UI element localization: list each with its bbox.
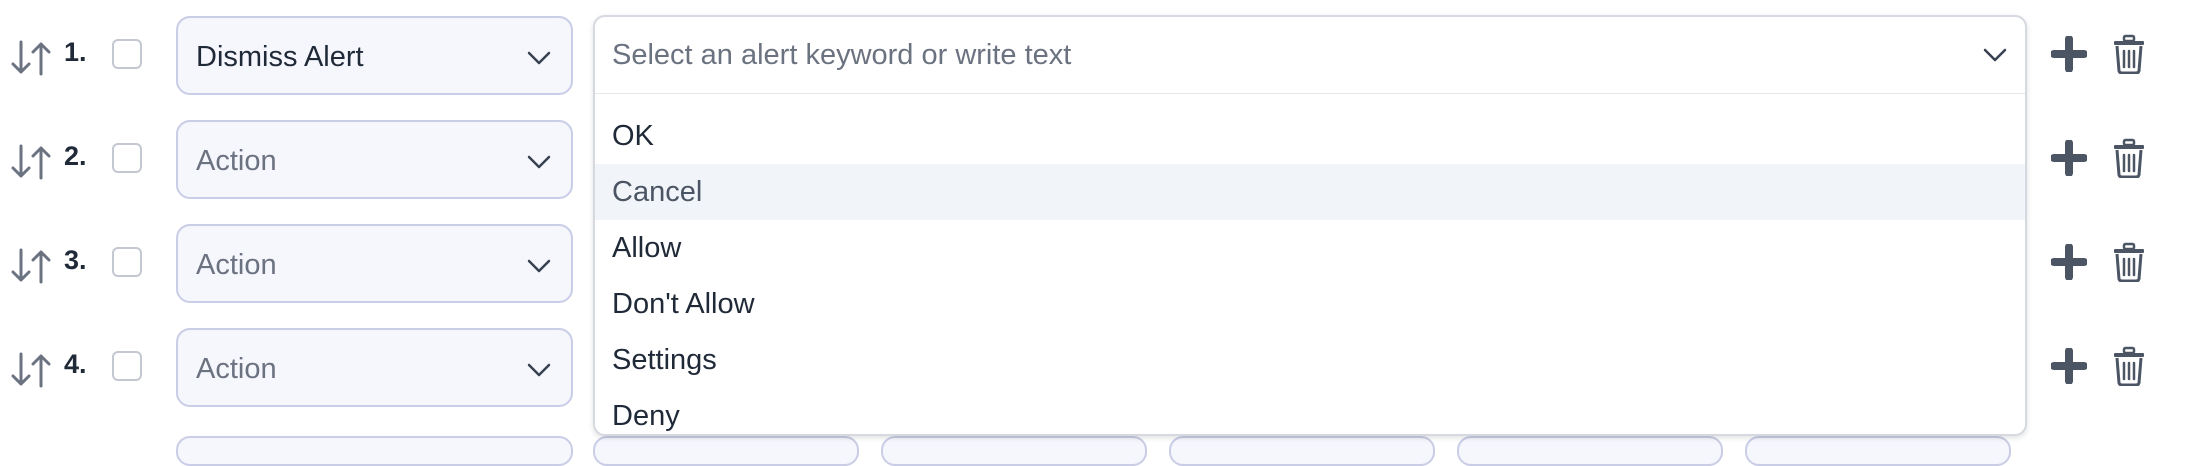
plus-icon[interactable] [2051,36,2087,72]
action-select-placeholder: Action [196,249,277,281]
chevron-down-icon[interactable] [1983,48,2007,62]
step-checkbox[interactable] [112,143,142,173]
plus-icon[interactable] [2051,348,2087,384]
option-cancel[interactable]: Cancel [595,164,2025,220]
sort-arrows-icon[interactable] [10,246,52,286]
step-number: 2. [64,141,87,171]
step-checkbox[interactable] [112,39,142,69]
sort-arrows-icon[interactable] [10,142,52,182]
action-select[interactable]: Action [176,224,573,303]
action-select[interactable]: Action [176,328,573,407]
action-select-placeholder: Action [196,353,277,385]
trash-icon[interactable] [2113,346,2145,386]
alert-keyword-input[interactable] [612,37,1912,73]
combobox-header [595,17,2025,94]
action-select-value: Dismiss Alert [196,41,364,73]
chevron-down-icon [527,155,551,169]
trash-icon[interactable] [2113,34,2145,74]
trash-icon[interactable] [2113,138,2145,178]
option-ok[interactable]: OK [595,108,2025,164]
trash-icon[interactable] [2113,242,2145,282]
step-number: 4. [64,349,87,379]
action-select[interactable]: Dismiss Alert [176,16,573,95]
chevron-down-icon [527,363,551,377]
option-dont-allow[interactable]: Don't Allow [595,276,2025,332]
option-allow[interactable]: Allow [595,220,2025,276]
sort-arrows-icon[interactable] [10,350,52,390]
step-number: 1. [64,37,87,67]
step-checkbox[interactable] [112,351,142,381]
plus-icon[interactable] [2051,140,2087,176]
step-checkbox[interactable] [112,247,142,277]
action-select[interactable]: Action [176,120,573,199]
action-select-placeholder: Action [196,145,277,177]
option-deny[interactable]: Deny [595,388,2025,444]
alert-keyword-combobox[interactable]: OK Cancel Allow Don't Allow Settings Den… [593,15,2027,436]
step-number: 3. [64,245,87,275]
action-select[interactable] [176,436,573,466]
chevron-down-icon [527,51,551,65]
plus-icon[interactable] [2051,244,2087,280]
sort-arrows-icon[interactable] [10,38,52,78]
option-settings[interactable]: Settings [595,332,2025,388]
chevron-down-icon [527,259,551,273]
